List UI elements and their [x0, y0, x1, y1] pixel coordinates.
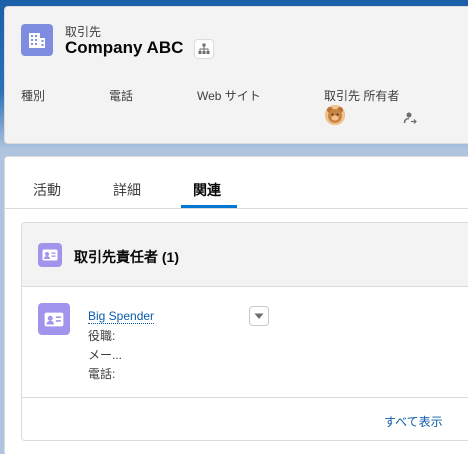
field-label-type: 種別	[21, 89, 46, 103]
field-label-website: Web サイト	[197, 89, 261, 103]
related-list-title[interactable]: 取引先責任者 (1)	[74, 247, 179, 267]
view-hierarchy-button[interactable]	[194, 39, 214, 59]
hierarchy-icon	[198, 43, 210, 54]
related-list-contacts: 取引先責任者 (1) Big Spender 役職: メー... 電話: すべて…	[21, 222, 468, 441]
contact-field-phone: 電話:	[88, 367, 116, 381]
contact-icon	[38, 243, 62, 267]
contact-record-icon	[38, 303, 70, 335]
related-list-footer-divider	[22, 397, 468, 398]
tab-details[interactable]: 詳細	[113, 180, 141, 200]
contact-field-email: メー...	[88, 348, 123, 362]
field-label-phone: 電話	[109, 89, 134, 103]
record-name: Company ABC	[65, 38, 184, 57]
record-header: 取引先 Company ABC 種別 電話 Web サイト 取引先 所有者	[4, 6, 468, 144]
related-list-header: 取引先責任者 (1)	[22, 223, 468, 287]
tabs-divider	[5, 208, 468, 209]
user-avatar[interactable]	[325, 105, 345, 125]
view-all-link[interactable]: すべて表示	[384, 413, 443, 430]
change-owner-icon[interactable]	[403, 110, 417, 124]
tab-related[interactable]: 関連	[193, 180, 221, 200]
record-body: 活動 詳細 関連 取引先責任者 (1) Big Spender 役職: メー..…	[4, 156, 468, 454]
field-label-owner: 取引先 所有者	[324, 89, 400, 103]
building-icon	[21, 24, 53, 56]
chevron-down-icon	[254, 313, 264, 319]
contact-name-link[interactable]: Big Spender	[88, 309, 155, 324]
row-actions-button[interactable]	[249, 306, 269, 326]
tab-activity[interactable]: 活動	[33, 180, 61, 200]
contact-field-title: 役職:	[88, 329, 116, 343]
